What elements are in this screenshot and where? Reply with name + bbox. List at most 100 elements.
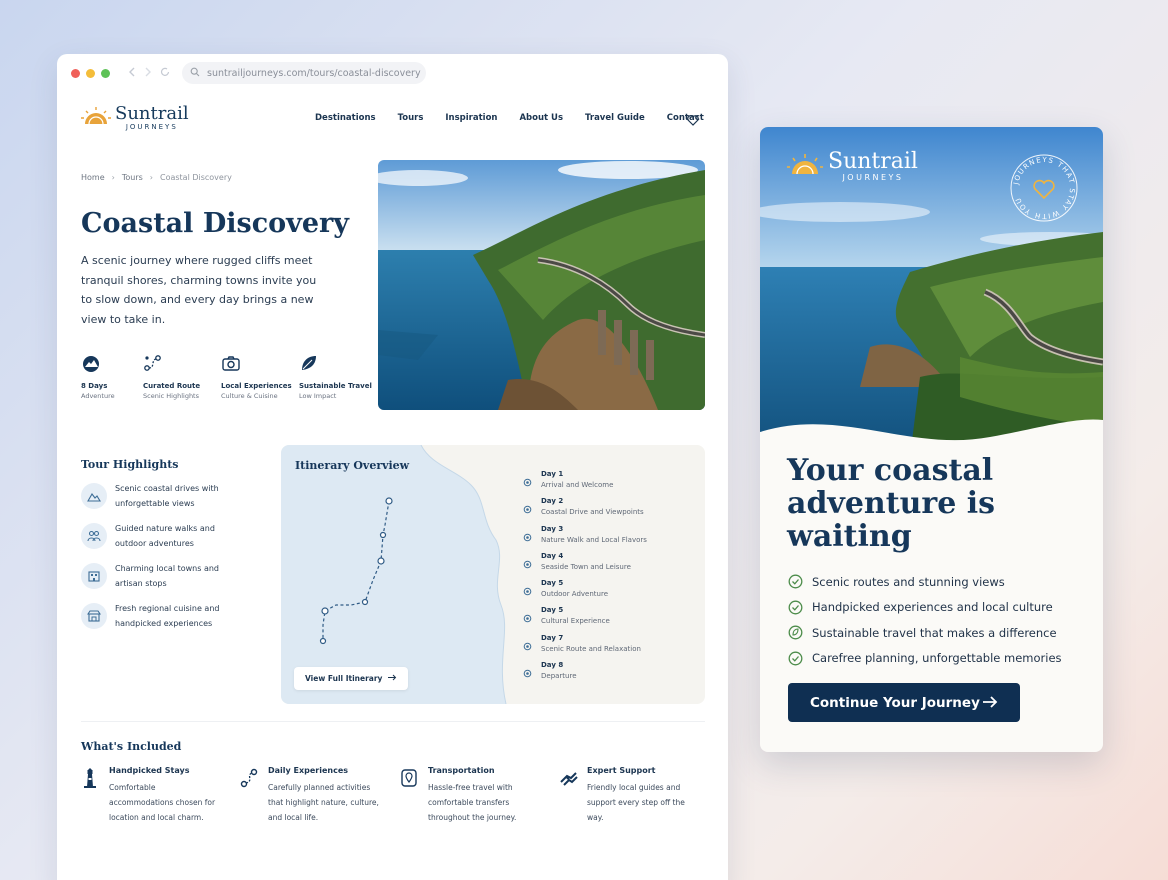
- leaf-icon: [299, 354, 374, 376]
- mountain-icon: [81, 483, 107, 509]
- day-description: Cultural Experience: [541, 617, 610, 626]
- back-icon[interactable]: [128, 67, 136, 80]
- day-number: Day 5: [541, 606, 564, 615]
- included-item-desc: Hassle-free travel with comfortable tran…: [428, 783, 517, 822]
- highlights-title: Tour Highlights: [81, 458, 179, 471]
- day-item[interactable]: Day 4 Seaside Town and Leisure: [523, 552, 647, 579]
- arrow-right-icon: [388, 674, 397, 683]
- day-item[interactable]: Day 2 Coastal Drive and Viewpoints: [523, 497, 647, 524]
- included-item-desc: Comfortable accommodations chosen for lo…: [109, 783, 216, 822]
- logo-sub: JOURNEYS: [842, 173, 904, 182]
- included-item-title: Handpicked Stays: [109, 766, 190, 775]
- day-marker-icon: [523, 499, 532, 518]
- day-item[interactable]: Day 5 Outdoor Adventure: [523, 579, 647, 606]
- feature-sub: Culture & Cuisine: [221, 392, 278, 400]
- browser-chrome: suntrailjourneys.com/tours/coastal-disco…: [57, 54, 728, 92]
- map-pin-icon: [400, 768, 418, 792]
- day-description: Seaside Town and Leisure: [541, 562, 631, 571]
- sun-logo-icon: [787, 153, 823, 180]
- camera-icon: [221, 354, 296, 376]
- included-item-desc: Carefully planned activities that highli…: [268, 783, 379, 822]
- feature-route: Curated Route Scenic Highlights: [143, 354, 218, 400]
- day-list: Day 1 Arrival and Welcome Day 2 Coastal …: [523, 470, 647, 688]
- leaf-badge-icon: [788, 625, 803, 640]
- promo-card: Suntrail JOURNEYS JOURNEYS THAT STAY WIT…: [760, 127, 1103, 752]
- arrow-right-icon: [983, 696, 998, 708]
- highlight-text: Scenic coastal drives with unforgettable…: [115, 484, 219, 508]
- feature-sustainable: Sustainable Travel Low Impact: [299, 354, 374, 400]
- day-description: Nature Walk and Local Flavors: [541, 535, 647, 544]
- reload-icon[interactable]: [160, 67, 170, 80]
- day-item[interactable]: Day 1 Arrival and Welcome: [523, 470, 647, 497]
- sun-logo-icon: [81, 107, 111, 129]
- handshake-icon: [559, 768, 579, 792]
- highlight-item: Scenic coastal drives with unforgettable…: [81, 483, 271, 511]
- day-number: Day 7: [541, 633, 564, 642]
- nav-tours[interactable]: Tours: [398, 113, 424, 123]
- forward-icon[interactable]: [144, 67, 152, 80]
- breadcrumb-tours[interactable]: Tours: [122, 173, 143, 182]
- heart-icon[interactable]: [687, 111, 699, 130]
- day-description: Departure: [541, 672, 577, 681]
- highlight-item: Guided nature walks and outdoor adventur…: [81, 523, 271, 551]
- benefit-text: Sustainable travel that makes a differen…: [812, 625, 1057, 640]
- building-icon: [81, 563, 107, 589]
- chevron-right-icon: ›: [149, 173, 153, 182]
- nav-about-us[interactable]: About Us: [519, 113, 563, 123]
- route-icon: [143, 354, 218, 376]
- check-badge-icon: [788, 651, 803, 666]
- people-icon: [81, 523, 107, 549]
- day-item[interactable]: Day 8 Departure: [523, 661, 647, 688]
- feature-sub: Scenic Highlights: [143, 392, 199, 400]
- nav-travel-guide[interactable]: Travel Guide: [585, 113, 645, 123]
- site-logo[interactable]: Suntrail JOURNEYS: [81, 105, 189, 131]
- maximize-dot[interactable]: [101, 68, 110, 78]
- day-number: Day 2: [541, 497, 564, 506]
- included-title: What's Included: [81, 740, 182, 753]
- view-full-itinerary-button[interactable]: View Full Itinerary: [294, 667, 409, 690]
- feature-sub: Low Impact: [299, 392, 337, 400]
- day-item[interactable]: Day 7 Scenic Route and Relaxation: [523, 634, 647, 661]
- minimize-dot[interactable]: [86, 68, 95, 78]
- continue-journey-button[interactable]: Continue Your Journey: [788, 683, 1020, 722]
- included-item-title: Expert Support: [587, 766, 656, 775]
- day-description: Outdoor Adventure: [541, 590, 609, 599]
- day-marker-icon: [523, 581, 532, 600]
- day-number: Day 1: [541, 470, 564, 478]
- highlight-item: Charming local towns and artisan stops: [81, 563, 271, 591]
- included-item-desc: Friendly local guides and support every …: [587, 783, 685, 822]
- day-item[interactable]: Day 5 Cultural Experience: [523, 606, 647, 633]
- day-number: Day 5: [541, 579, 564, 588]
- day-number: Day 4: [541, 551, 564, 560]
- logo-name: Suntrail: [115, 103, 189, 124]
- nav-destinations[interactable]: Destinations: [315, 113, 376, 123]
- site-header: Suntrail JOURNEYS Destinations Tours Ins…: [57, 92, 728, 144]
- journeys-badge: JOURNEYS THAT STAY WITH YOU: [1008, 152, 1080, 228]
- hero-coast-image: [378, 160, 705, 410]
- day-item[interactable]: Day 3 Nature Walk and Local Flavors: [523, 525, 647, 552]
- promo-logo: Suntrail JOURNEYS: [787, 151, 918, 182]
- route-icon: [240, 768, 258, 792]
- badge-text: JOURNEYS THAT STAY WITH YOU: [1012, 156, 1075, 220]
- feature-title: Sustainable Travel: [299, 382, 372, 390]
- breadcrumb-home[interactable]: Home: [81, 173, 105, 182]
- day-marker-icon: [523, 554, 532, 573]
- itinerary-panel: Itinerary Overview View Full Itinerary D…: [281, 445, 705, 704]
- highlight-item: Fresh regional cuisine and handpicked ex…: [81, 603, 271, 631]
- day-description: Scenic Route and Relaxation: [541, 644, 641, 653]
- market-icon: [81, 603, 107, 629]
- close-dot[interactable]: [71, 68, 80, 78]
- logo-sub: JOURNEYS: [125, 123, 178, 131]
- highlight-text: Guided nature walks and outdoor adventur…: [115, 524, 215, 548]
- search-icon: [190, 67, 207, 80]
- benefit-text: Scenic routes and stunning views: [812, 574, 1005, 589]
- nav-inspiration[interactable]: Inspiration: [445, 113, 497, 123]
- address-bar[interactable]: suntrailjourneys.com/tours/coastal-disco…: [182, 62, 426, 84]
- included-item: Handpicked Stays Comfortable accommodati…: [81, 766, 231, 825]
- button-label: View Full Itinerary: [305, 674, 383, 683]
- day-number: Day 8: [541, 661, 564, 670]
- feature-local: Local Experiences Culture & Cuisine: [221, 354, 296, 400]
- benefit-item: Carefree planning, unforgettable memorie…: [788, 646, 1062, 672]
- url-text: suntrailjourneys.com/tours/coastal-disco…: [207, 67, 421, 79]
- included-item-title: Daily Experiences: [268, 766, 349, 775]
